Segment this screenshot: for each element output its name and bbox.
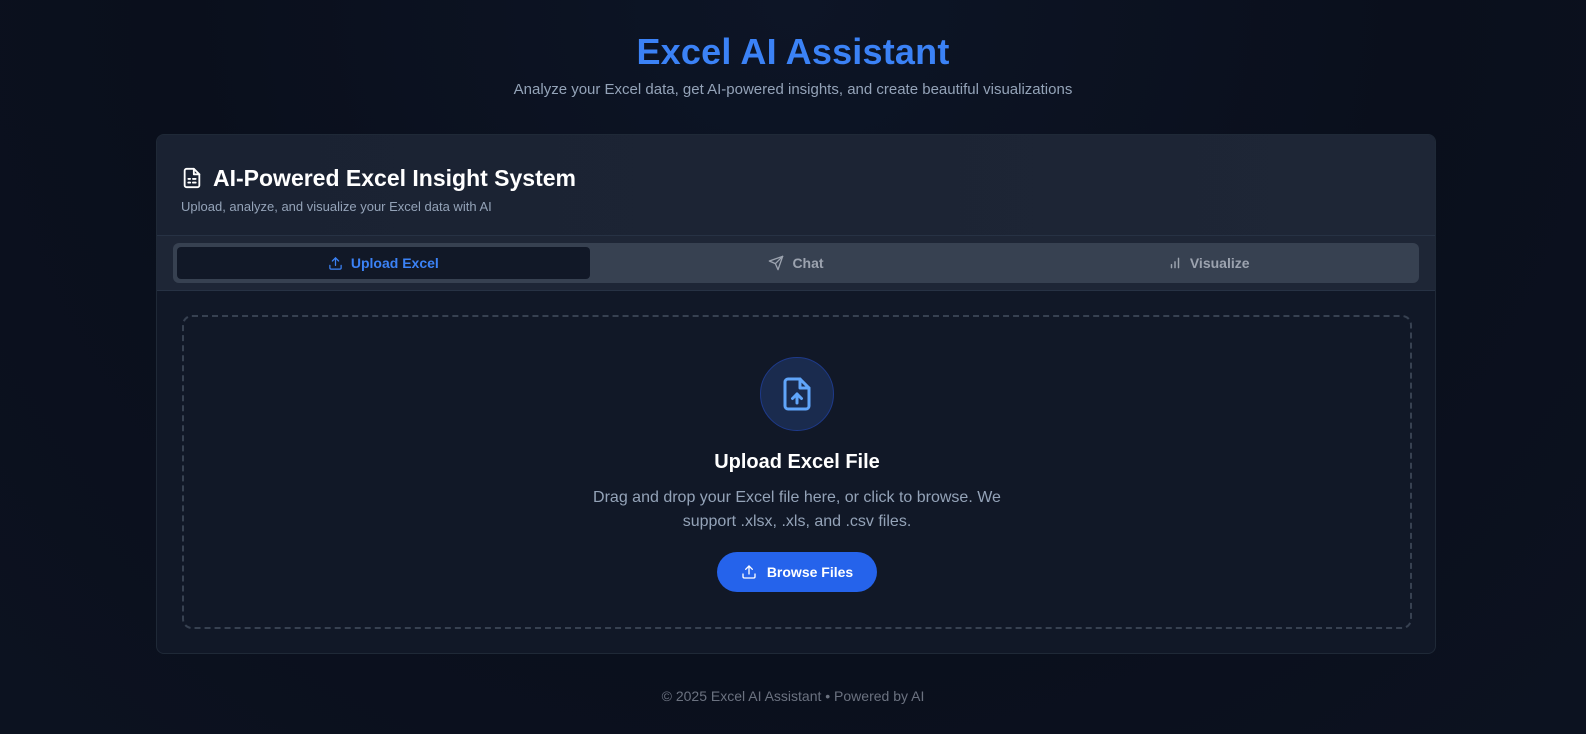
card-header: AI-Powered Excel Insight System Upload, …	[157, 135, 1435, 235]
upload-circle	[760, 357, 834, 431]
tab-label: Chat	[792, 255, 824, 271]
dropzone-title: Upload Excel File	[714, 451, 880, 473]
page: Excel AI Assistant Analyze your Excel da…	[0, 0, 1586, 734]
bar-chart-icon	[1168, 256, 1182, 270]
app-title: Excel AI Assistant	[636, 31, 950, 72]
app-subtitle: Analyze your Excel data, get AI-powered …	[513, 81, 1073, 98]
tab-label: Visualize	[1189, 255, 1250, 271]
browse-files-button[interactable]: Browse Files	[716, 552, 878, 592]
tab-chat[interactable]: Chat	[590, 247, 1003, 279]
browse-files-label: Browse Files	[766, 564, 854, 580]
card-subtitle: Upload, analyze, and visualize your Exce…	[181, 199, 492, 214]
file-upload-icon	[779, 376, 815, 412]
dropzone-description: Drag and drop your Excel file here, or c…	[593, 489, 1001, 530]
upload-icon	[741, 564, 757, 580]
tab-list: Upload Excel Chat Visualize	[173, 243, 1419, 283]
footer: © 2025 Excel AI Assistant • Powered by A…	[661, 688, 925, 704]
tab-visualize[interactable]: Visualize	[1002, 247, 1415, 279]
hero: Excel AI Assistant Analyze your Excel da…	[0, 0, 1586, 100]
tab-label: Upload Excel	[350, 255, 439, 271]
file-text-icon	[181, 166, 203, 190]
card-title: AI-Powered Excel Insight System	[213, 165, 577, 191]
tab-upload-excel[interactable]: Upload Excel	[177, 247, 590, 279]
card-title-row: AI-Powered Excel Insight System	[181, 163, 1411, 193]
insight-card: AI-Powered Excel Insight System Upload, …	[156, 134, 1436, 654]
send-icon	[768, 255, 784, 271]
tabs-bar: Upload Excel Chat Visualize	[157, 235, 1435, 291]
upload-icon	[328, 256, 343, 271]
file-dropzone[interactable]: Upload Excel File Drag and drop your Exc…	[182, 315, 1412, 629]
